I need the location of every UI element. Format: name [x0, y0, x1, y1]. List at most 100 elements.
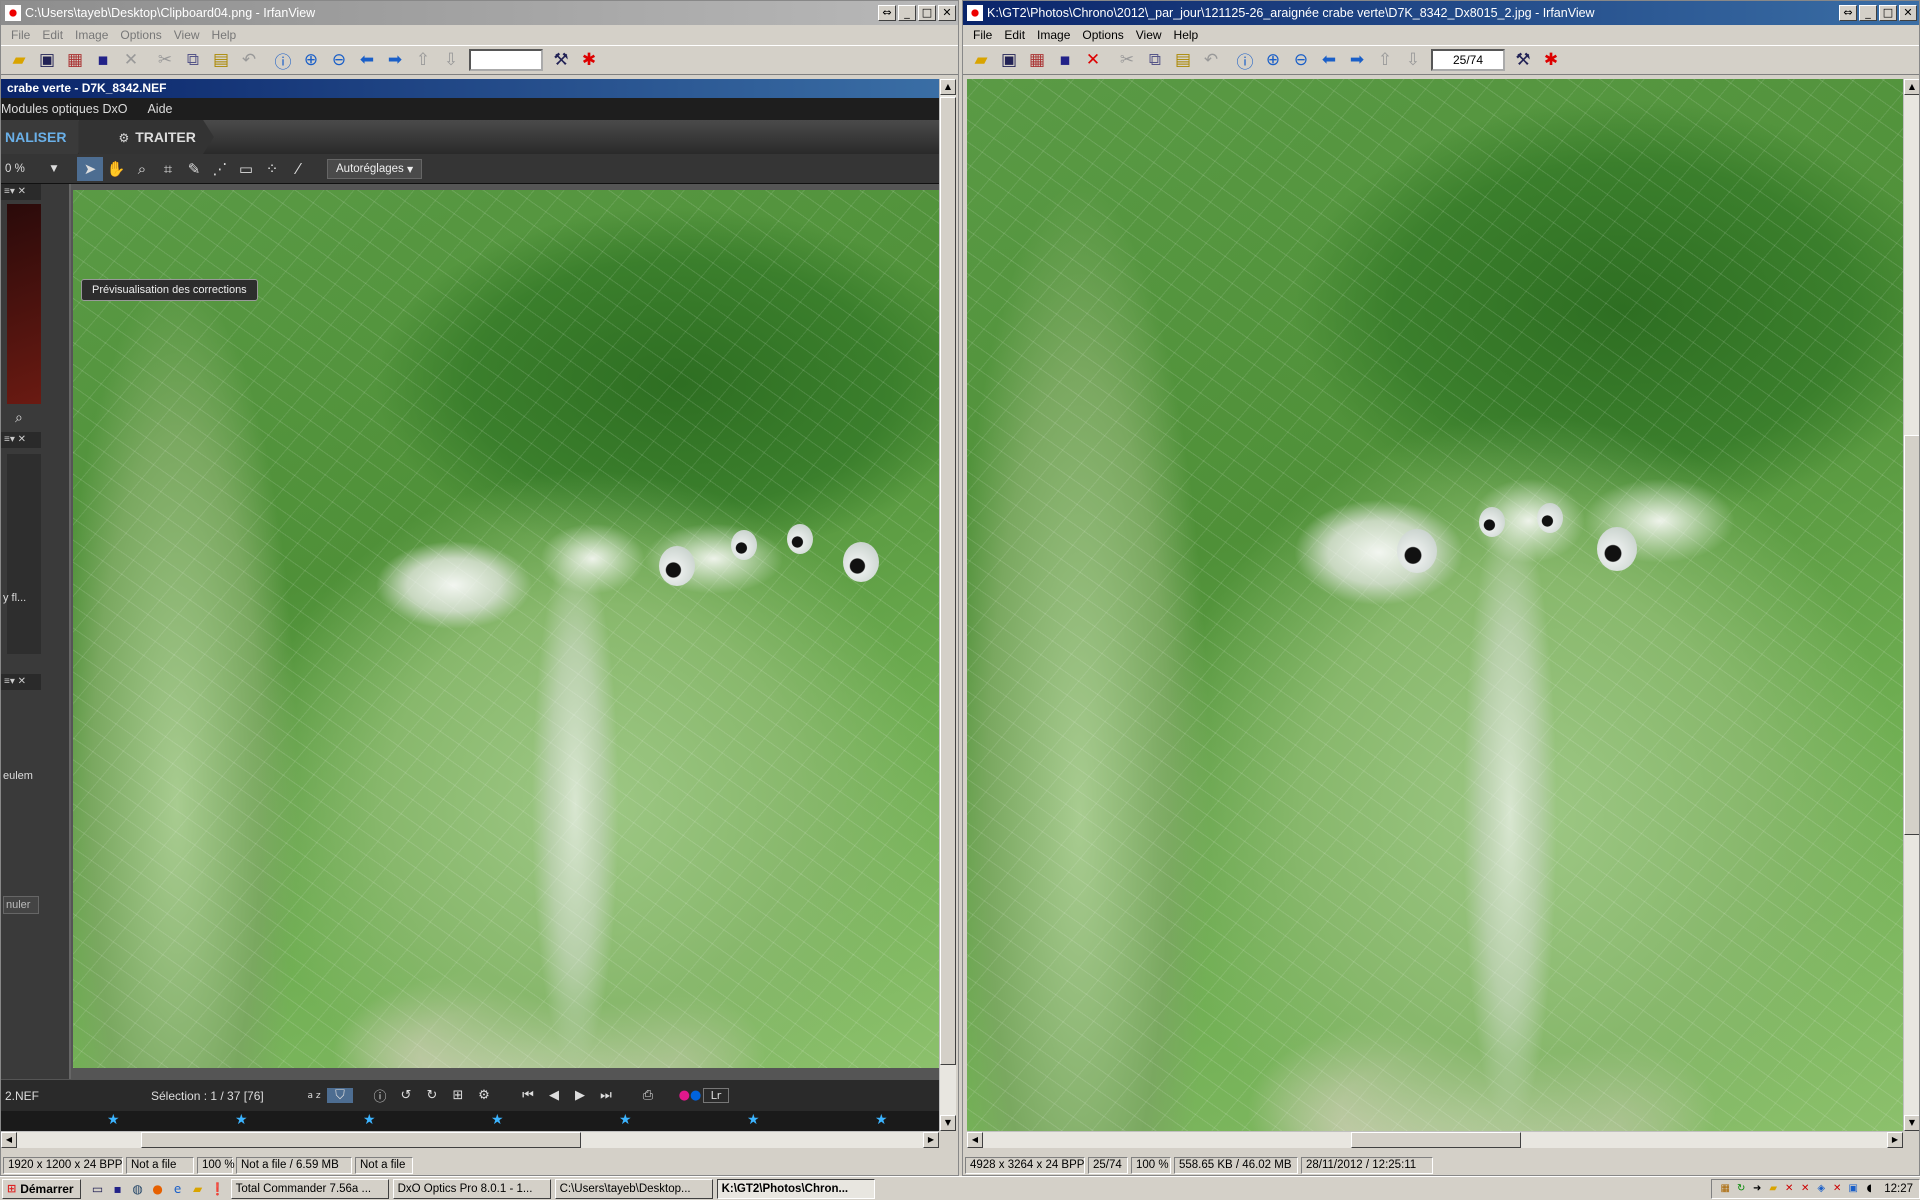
play-icon[interactable]: ▶ [567, 1088, 593, 1103]
tray-icon[interactable]: ▰ [1766, 1182, 1780, 1196]
next-icon[interactable]: ➡ [381, 47, 409, 73]
right-menu-file[interactable]: File [967, 28, 998, 42]
left-minimize-button[interactable]: _ [898, 5, 916, 21]
page-down-icon[interactable]: ⇩ [1399, 47, 1427, 73]
clock[interactable]: 12:27 [1884, 1183, 1913, 1195]
print-icon[interactable]: ⎙ [635, 1088, 661, 1103]
left-maximize-button[interactable]: □ [918, 5, 936, 21]
settings-icon[interactable]: ⚙ [471, 1088, 497, 1103]
tray-icon[interactable]: ▦ [1718, 1182, 1732, 1196]
ie-icon[interactable]: e [169, 1180, 187, 1198]
info-icon[interactable]: ⓘ [367, 1086, 393, 1105]
delete-icon[interactable]: ✕ [117, 47, 145, 73]
tray-icon[interactable]: ✕ [1782, 1182, 1796, 1196]
right-menu-options[interactable]: Options [1076, 28, 1129, 42]
taskbar-total-commander[interactable]: Total Commander 7.56a ... [230, 1178, 389, 1199]
dxo-tab-process[interactable]: ⚙ TRAITER [78, 120, 214, 154]
dxo-menu-help[interactable]: Aide [137, 102, 182, 116]
zoom-in-icon[interactable]: ⊕ [297, 47, 325, 73]
page-up-icon[interactable]: ⇧ [1371, 47, 1399, 73]
open-folder-icon[interactable]: ▰ [967, 47, 995, 73]
undo-icon[interactable]: ↶ [1197, 47, 1225, 73]
right-maximize-button[interactable]: □ [1879, 5, 1897, 21]
alert-icon[interactable]: ❗ [209, 1180, 227, 1198]
right-vertical-scrollbar[interactable]: ▲ ▼ [1903, 79, 1919, 1131]
save-icon[interactable]: ▪ [89, 47, 117, 73]
scroll-thumb[interactable] [1351, 1132, 1521, 1148]
slideshow-icon[interactable]: ▣ [33, 47, 61, 73]
page-up-icon[interactable]: ⇧ [409, 47, 437, 73]
right-menu-edit[interactable]: Edit [998, 28, 1031, 42]
volume-icon[interactable]: ◖ [1862, 1182, 1876, 1196]
scroll-thumb[interactable] [141, 1132, 581, 1148]
zoom-out-icon[interactable]: ⊖ [325, 47, 353, 73]
zoom-in-icon[interactable]: ⊕ [1259, 47, 1287, 73]
scroll-thumb[interactable] [1904, 435, 1919, 835]
scroll-right-arrow[interactable]: ▶ [1887, 1132, 1903, 1148]
tray-icon[interactable]: ↻ [1734, 1182, 1748, 1196]
add-icon[interactable]: ⊞ [445, 1088, 471, 1103]
dxo-autoreglages-dropdown[interactable]: Autoréglages ▼ [327, 158, 423, 179]
left-menu-help[interactable]: Help [206, 28, 243, 42]
settings-icon[interactable]: ⚒ [1509, 47, 1537, 73]
zoom-out-icon[interactable]: ⊖ [1287, 47, 1315, 73]
info-icon[interactable]: ⓘ [269, 47, 297, 73]
scroll-up-arrow[interactable]: ▲ [940, 79, 956, 95]
previous-icon[interactable]: ◀ [541, 1088, 567, 1103]
eraser-icon[interactable]: ✎ [181, 157, 207, 181]
right-menu-view[interactable]: View [1130, 28, 1168, 42]
delete-icon[interactable]: ✕ [1079, 47, 1107, 73]
right-horizontal-scrollbar[interactable]: ◀ ▶ [967, 1131, 1903, 1148]
right-restore-compact-button[interactable]: ⇔ [1839, 5, 1857, 21]
left-restore-compact-button[interactable]: ⇔ [878, 5, 896, 21]
tray-icon[interactable]: ➜ [1750, 1182, 1764, 1196]
thumbnails-icon[interactable]: ▦ [61, 47, 89, 73]
right-menu-image[interactable]: Image [1031, 28, 1076, 42]
right-close-button[interactable]: ✕ [1899, 5, 1917, 21]
previous-icon[interactable]: ⬅ [1315, 47, 1343, 73]
rotate-right-icon[interactable]: ↻ [419, 1088, 445, 1103]
undo-icon[interactable]: ↶ [235, 47, 263, 73]
right-title-bar[interactable]: K:\GT2\Photos\Chrono\2012\_par_jour\1211… [963, 1, 1919, 25]
left-page-field[interactable] [469, 49, 543, 71]
dxo-tab-customize[interactable]: NALISER [1, 120, 85, 154]
dxo-cancel-button[interactable]: nuler [3, 896, 39, 914]
paste-icon[interactable]: ▤ [1169, 47, 1197, 73]
left-menu-image[interactable]: Image [69, 28, 114, 42]
sort-icon[interactable]: a z [301, 1091, 327, 1101]
info-icon[interactable]: ⓘ [1231, 47, 1259, 73]
tray-icon[interactable]: ✕ [1830, 1182, 1844, 1196]
slideshow-icon[interactable]: ▣ [995, 47, 1023, 73]
eyedropper-icon[interactable]: ⁄ [285, 157, 311, 181]
left-close-button[interactable]: ✕ [938, 5, 956, 21]
tray-icon[interactable]: ◈ [1814, 1182, 1828, 1196]
select-arrow-icon[interactable]: ➤ [77, 156, 103, 181]
dxo-menu-optical-modules[interactable]: Modules optiques DxO [1, 102, 137, 116]
perspective-icon[interactable]: ▭ [233, 157, 259, 181]
paste-icon[interactable]: ▤ [207, 47, 235, 73]
page-down-icon[interactable]: ⇩ [437, 47, 465, 73]
volume-icon[interactable]: ⁘ [259, 157, 285, 181]
firefox-icon[interactable]: ● [149, 1180, 167, 1198]
copy-icon[interactable]: ⧉ [1141, 47, 1169, 73]
search-icon[interactable]: ⌕ [15, 410, 23, 426]
horizon-icon[interactable]: ⋰ [207, 157, 233, 181]
open-folder-icon[interactable]: ▰ [5, 47, 33, 73]
chevron-down-icon[interactable]: ▼ [41, 157, 67, 181]
rotate-left-icon[interactable]: ↺ [393, 1088, 419, 1103]
left-horizontal-scrollbar[interactable]: ◀ ▶ [1, 1131, 939, 1148]
taskbar-irfanview-clipboard[interactable]: C:\Users\tayeb\Desktop... [554, 1178, 713, 1199]
left-vertical-scrollbar[interactable]: ▲ ▼ [939, 79, 956, 1131]
last-icon[interactable]: ⏭ [593, 1088, 619, 1103]
thumbnails-icon[interactable]: ▦ [1023, 47, 1051, 73]
desktop-icon[interactable]: ▭ [89, 1180, 107, 1198]
previous-icon[interactable]: ⬅ [353, 47, 381, 73]
taskbar-dxo-optics[interactable]: DxO Optics Pro 8.0.1 - 1... [392, 1178, 551, 1199]
lightroom-button[interactable]: Lr [703, 1088, 729, 1103]
scroll-up-arrow[interactable]: ▲ [1904, 79, 1919, 95]
irfanview-logo-icon[interactable]: ✱ [575, 47, 603, 73]
left-title-bar[interactable]: C:\Users\tayeb\Desktop\Clipboard04.png -… [1, 1, 958, 25]
magnifier-icon[interactable]: ⌕ [129, 157, 155, 181]
scroll-down-arrow[interactable]: ▼ [1904, 1115, 1919, 1131]
network-icon[interactable]: ◍ [129, 1180, 147, 1198]
